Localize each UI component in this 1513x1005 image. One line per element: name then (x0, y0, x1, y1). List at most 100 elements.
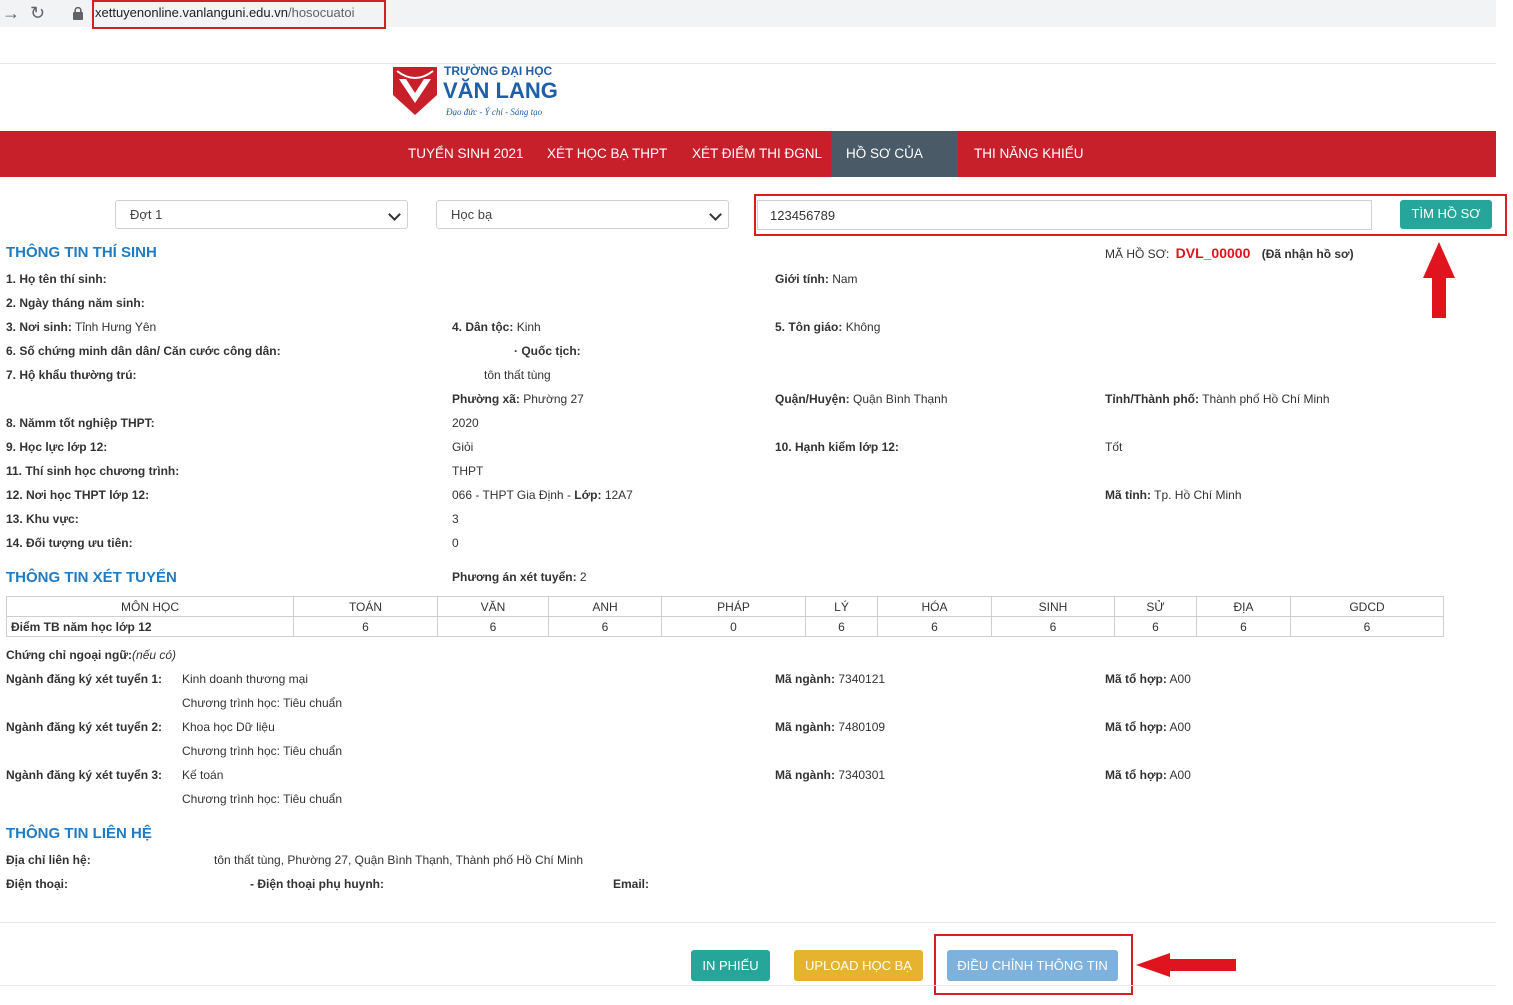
combo-value: A00 (1169, 720, 1191, 734)
major-code-value: 7340121 (838, 672, 886, 686)
choice-1-program: Chương trình học: Tiêu chuẩn (182, 696, 342, 710)
parent-phone-label: - Điện thoại phụ huynh: (250, 877, 384, 891)
choice-2-code-row: Mã ngành: 7480109 (775, 720, 885, 734)
van-lang-logo-icon[interactable] (391, 65, 439, 117)
address-label: Địa chỉ liên hệ: (6, 853, 91, 867)
major-code-label: Mã ngành: (775, 672, 835, 686)
class-label: Lớp: (574, 488, 602, 502)
area-label: 13. Khu vực: (6, 512, 79, 526)
district-label: Quận/Huyện: (775, 392, 850, 406)
table-header-cell: TOÁN (293, 596, 438, 617)
print-button[interactable]: IN PHIẾU (691, 950, 770, 981)
profile-status: (Đã nhận hồ sơ) (1261, 247, 1354, 261)
method-row: Phương án xét tuyển: 2 (452, 570, 587, 584)
nav-tuyen-sinh[interactable]: TUYỂN SINH 2021 (393, 131, 539, 177)
choice-1-combo-row: Mã tổ hợp: A00 (1105, 672, 1191, 686)
gender-value: Nam (832, 272, 858, 286)
round-select[interactable]: Đợt 1 (115, 200, 408, 229)
table-cell: 6 (293, 616, 438, 637)
province-label: Tỉnh/Thành phố: (1105, 392, 1199, 406)
type-select[interactable]: Học bạ (436, 200, 729, 229)
choice-3-code-row: Mã ngành: 7340301 (775, 768, 885, 782)
up-arrow-icon (1423, 242, 1455, 318)
program-label: 11. Thí sinh học chương trình: (6, 464, 180, 478)
lock-icon (73, 7, 83, 20)
district-value: Quận Bình Thạnh (853, 392, 948, 406)
priority-value: 0 (452, 536, 459, 550)
contact-section-title: THÔNG TIN LIÊN HỆ (6, 825, 152, 842)
school-province-value: Tp. Hồ Chí Minh (1154, 488, 1242, 502)
school-province-row: Mã tỉnh: Tp. Hồ Chí Minh (1105, 488, 1242, 502)
choice-2-program: Chương trình học: Tiêu chuẩn (182, 744, 342, 758)
cert-row: Chứng chỉ ngoại ngữ:(nếu có) (6, 648, 176, 662)
table-header-cell: ĐỊA (1196, 596, 1291, 617)
table-header-cell: VĂN (437, 596, 549, 617)
choice-3-program: Chương trình học: Tiêu chuẩn (182, 792, 342, 806)
pob-value: Tỉnh Hưng Yên (75, 320, 157, 334)
table-cell: Điểm TB năm học lớp 12 (6, 616, 294, 637)
table-header-cell: LÝ (805, 596, 878, 617)
class-value: 12A7 (604, 488, 633, 502)
logo-line1: TRƯỜNG ĐẠI HỌC (444, 64, 553, 78)
main-nav: TUYỂN SINH 2021 XÉT HỌC BẠ THPT XÉT ĐIỂM… (0, 131, 1496, 207)
table-cell: 6 (1114, 616, 1197, 637)
logo-line2: VĂN LANG (443, 78, 558, 103)
nav-xet-hoc-ba[interactable]: XÉT HỌC BẠ THPT (532, 131, 682, 177)
choice-1-code-row: Mã ngành: 7340121 (775, 672, 885, 686)
religion-value: Không (845, 320, 881, 334)
table-header-cell: SỬ (1114, 596, 1197, 617)
ethnic-value: Kinh (516, 320, 541, 334)
nav-xet-diem-dgnl[interactable]: XÉT ĐIỂM THI ĐGNL (677, 131, 837, 177)
divider (0, 63, 1496, 64)
method-value: 2 (579, 570, 587, 584)
table-cell: 6 (1196, 616, 1291, 637)
table-header-cell: PHÁP (661, 596, 806, 617)
choice-3-major: Kế toán (182, 768, 224, 782)
school-value: 066 - THPT Gia Định - (452, 488, 571, 502)
ethnic-label: 4. Dân tộc: (452, 320, 514, 334)
cert-label: Chứng chỉ ngoại ngữ: (6, 648, 133, 662)
ward-value: Phường 27 (523, 392, 584, 406)
table-header-cell: SINH (991, 596, 1115, 617)
choice-2-label: Ngành đăng ký xét tuyển 2: (6, 720, 163, 734)
table-header-cell: HÓA (877, 596, 992, 617)
province-row: Tỉnh/Thành phố: Thành phố Hồ Chí Minh (1105, 392, 1330, 406)
choice-2-major: Khoa học Dữ liệu (182, 720, 275, 734)
choice-3-label: Ngành đăng ký xét tuyển 3: (6, 768, 163, 782)
major-code-label: Mã ngành: (775, 720, 835, 734)
school-row: 066 - THPT Gia Định - Lớp: 12A7 (452, 488, 633, 502)
major-code-value: 7340301 (838, 768, 886, 782)
url-highlight-box (92, 0, 386, 29)
candidate-section-title: THÔNG TIN THÍ SINH (6, 244, 157, 261)
divider (0, 985, 1496, 986)
back-arrow-icon[interactable]: → (2, 2, 20, 24)
reload-icon[interactable]: ↻ (30, 2, 45, 24)
nav-ho-so-cua-toi[interactable]: HỒ SƠ CỦA TÔI (831, 131, 958, 207)
school-label: 12. Nơi học THPT lớp 12: (6, 488, 150, 502)
residence-label: 7. Hộ khẩu thường trú: (6, 368, 137, 382)
table-header-row: MÔN HỌC TOÁN VĂN ANH PHÁP LÝ HÓA SINH SỬ… (6, 596, 1444, 617)
nationality-label: · Quốc tịch: (514, 344, 581, 358)
upload-transcript-button[interactable]: UPLOAD HỌC BẠ (794, 950, 923, 981)
email-label: Email: (613, 877, 650, 891)
table-cell: 6 (877, 616, 992, 637)
table-header-cell: ANH (548, 596, 662, 617)
chevron-down-icon (388, 208, 401, 221)
nav-thi-nang-khieu[interactable]: THI NĂNG KHIẾU (959, 131, 1099, 177)
choice-3-combo-row: Mã tổ hợp: A00 (1105, 768, 1191, 782)
type-select-value: Học bạ (451, 207, 493, 222)
admission-section-title: THÔNG TIN XÉT TUYỂN (6, 569, 177, 586)
choice-2-combo-row: Mã tổ hợp: A00 (1105, 720, 1191, 734)
profile-code-label: MÃ HỒ SƠ: (1105, 247, 1170, 261)
religion-label: 5. Tôn giáo: (775, 320, 843, 334)
academic-value: Giỏi (452, 440, 474, 454)
search-highlight-box (754, 194, 1507, 236)
logo-tagline: Đạo đức - Ý chí - Sáng tạo (446, 107, 543, 117)
school-province-label: Mã tỉnh: (1105, 488, 1151, 502)
cert-note: (nếu có) (132, 648, 177, 662)
chevron-down-icon (709, 208, 722, 221)
choice-1-major: Kinh doanh thương mại (182, 672, 308, 686)
ward-label: Phường xã: (452, 392, 520, 406)
residence-value: tôn thất tùng (484, 368, 551, 382)
ward-row: Phường xã: Phường 27 (452, 392, 584, 406)
